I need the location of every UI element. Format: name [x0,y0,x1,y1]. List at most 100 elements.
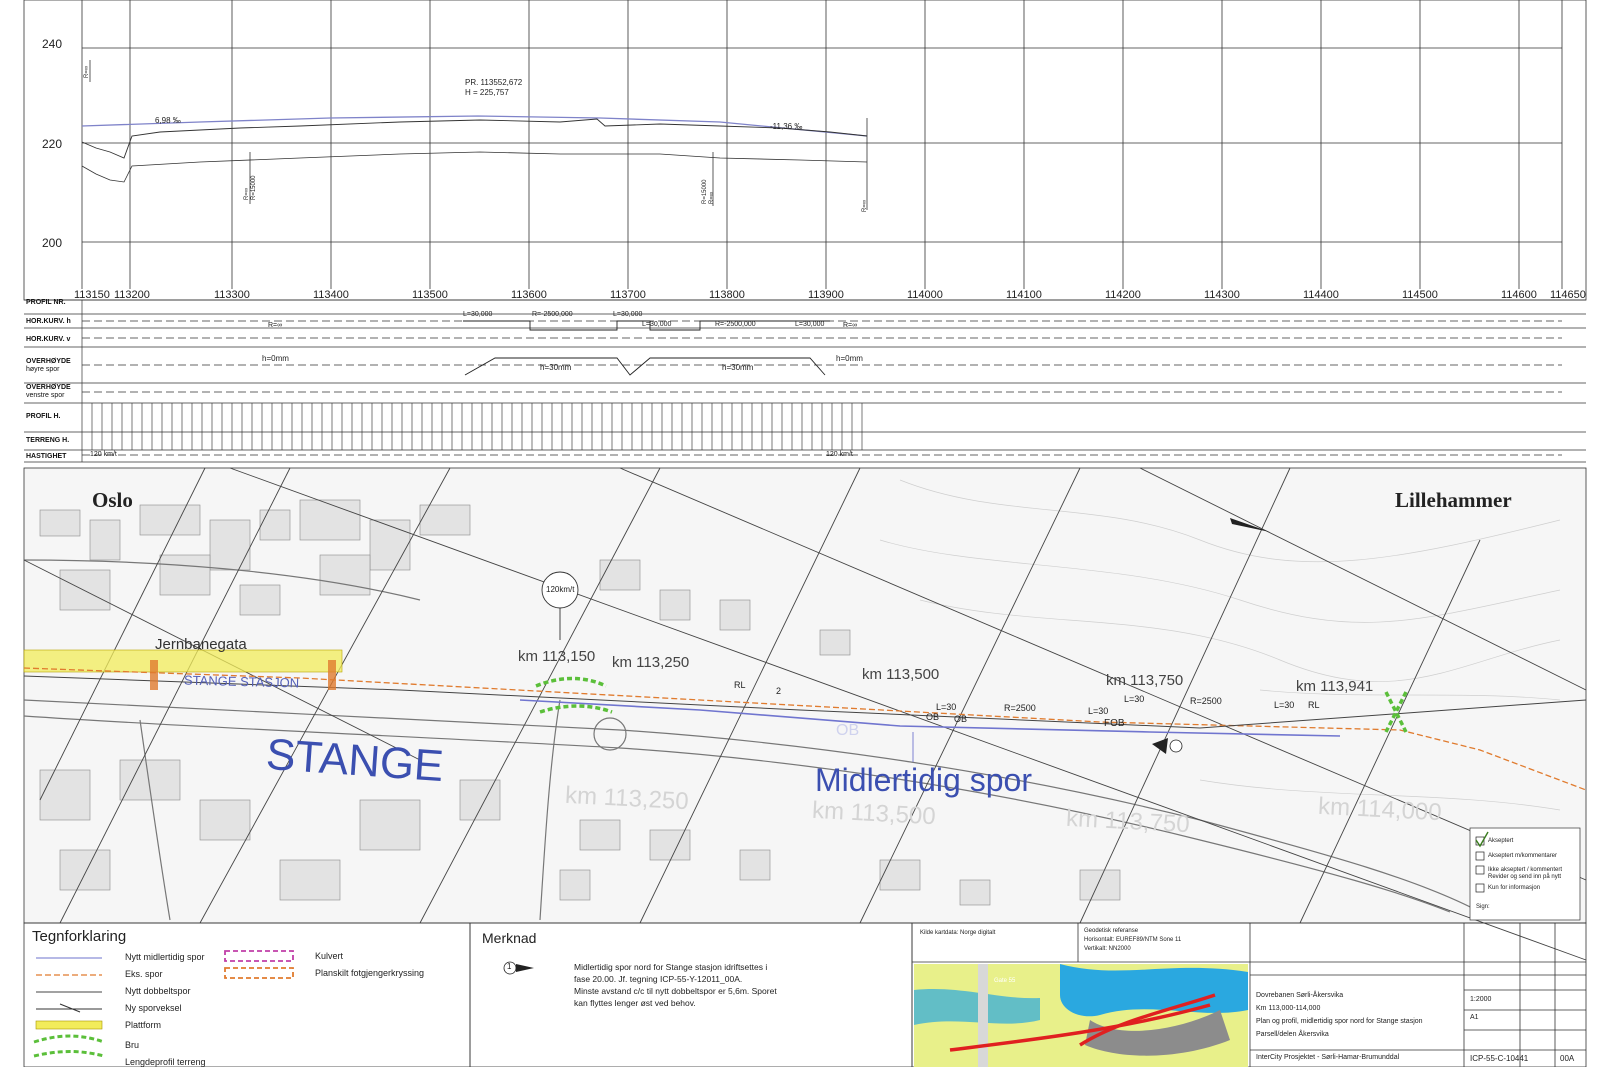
row-overhoyde-h: OVERHØYDE [26,358,71,365]
curve-l2: L=30,000 [613,311,643,318]
km-tick: 114600 [1501,289,1537,301]
cant-h30-1: h=30mm [540,363,572,372]
station-label: STANGE STASJON [183,672,300,691]
track-ob-1: OB [926,712,940,722]
profile-h-ticks [91,403,863,450]
km-tick: 113700 [610,289,646,301]
speed-label-1: 120 km/t [90,451,117,458]
direction-oslo: Oslo [92,488,133,512]
row-profil-h: PROFIL H. [26,413,61,420]
speed-circle-label: 120km/t [546,585,575,594]
legend-item: Kulvert [315,951,344,961]
stamp-not-accepted: Ikke akseptert / kommentert Revider og s… [1488,867,1563,880]
row-terreng-h: TERRENG H. [26,437,70,444]
tb-drawing-no: ICP-55-C-10441 [1470,1054,1529,1063]
legend-title: Tegnforklaring [32,928,127,945]
temp-track-label: Midlertidig spor [815,762,1032,798]
track-l30-3: L=30 [1124,694,1145,704]
curve-l1: L=30,000 [463,311,493,318]
tb-reference-3: Vertikalt: NN2000 [1084,946,1131,952]
high-point-station: PR. 113552,672 [465,78,523,87]
km-tick: 114500 [1402,289,1438,301]
km-tick: 114650 [1550,289,1586,301]
legend-item: Nytt midlertidig spor [125,952,205,962]
radius-mid-2-label: R=15000 [251,175,257,200]
legend-item: Plattform [125,1020,162,1030]
tb-project-line: Parsell/delen Åkersvika [1256,1031,1329,1038]
km-tick: 113900 [808,289,844,301]
km-label-113500: km 113,500 [862,666,940,683]
track-l30-2: L=30 [1088,706,1109,716]
grade-left-label: 6,98 ‰ [155,116,181,125]
km-tick: 114200 [1105,289,1141,301]
tb-source: Kilde kartdata: Norge digitalt [920,930,996,936]
profile-grid [23,0,1587,301]
terrain-bottom-line [81,151,868,183]
note-number: 1 [507,962,512,971]
cant-h0-1: h=0mm [262,354,289,363]
curve-r-inf-1: R=∞ [268,322,283,329]
street-jernbanegata: Jernbanegata [155,636,247,653]
stamp-accepted-comments: Akseptert m/kommentarer [1488,853,1558,859]
curve-r1: R=-2500,000 [532,311,573,318]
track-r2500-2: R=2500 [1190,696,1222,706]
cant-h0-2: h=0mm [836,354,863,363]
km-tick: 113500 [412,289,448,301]
km-tick: 113400 [313,289,349,301]
radius-mid-4-label: R=∞ [709,191,715,204]
cant-h30-2: h=30mm [722,363,754,372]
track-rl-1: RL [734,680,746,690]
curve-r-inf-2: R=∞ [843,322,858,329]
tb-owner: InterCity Prosjektet - Sørli-Hamar-Brumu… [1256,1054,1400,1061]
km-tick: 113800 [709,289,745,301]
row-hor-kurv-v: HOR.KURV. v [26,336,71,343]
drawing-sheet [23,0,1587,1067]
track-l30-4: L=30 [1274,700,1295,710]
grade-right-label: -11,36 ‰ [770,122,803,131]
curve-l4: L=30,000 [795,321,825,328]
curve-l3: L=30,000 [642,321,672,328]
km-label-113250: km 113,250 [612,654,690,671]
track-ob-main: OB [836,722,860,739]
row-hastighet: HASTIGHET [26,453,67,460]
km-tick: 114100 [1006,289,1042,301]
row-hor-kurv-h: HOR.KURV. h [26,318,71,325]
legend-symbols [33,950,534,1058]
overview-map [914,964,1248,1067]
km-tick: 114000 [907,289,943,301]
legend-item: Eks. spor [125,969,163,979]
note-line: Midlertidig spor nord for Stange stasjon… [574,962,768,972]
legend-item: Nytt dobbeltspor [125,986,191,996]
tb-project-line: Km 113,000-114,000 [1256,1005,1321,1012]
bottom-panels [23,922,1587,1067]
note-title: Merknad [482,930,537,946]
high-point-height: H = 225,757 [465,88,509,97]
tb-scale: 1:2000 [1470,996,1492,1003]
tb-reference-2: Horisontalt: EUREF89/NTM Sone 11 [1084,937,1182,943]
row-profil-nr: PROFIL NR. [26,299,66,306]
km-tick: 113200 [114,289,150,301]
radius-start-label: R=∞ [84,65,90,78]
stamp-accepted: Akseptert [1488,838,1514,844]
km-tick: 113300 [214,289,250,301]
legend-item: Lengdeprofil terreng [125,1057,206,1067]
track-l30-1: L=30 [936,702,957,712]
legend-item: Ny sporveksel [125,1003,182,1013]
tb-format: A1 [1470,1014,1479,1021]
track-r2500-1: R=2500 [1004,703,1036,713]
curve-r2: R=-2500,000 [715,321,756,328]
y-tick-220: 220 [42,137,63,151]
track-2: 2 [776,686,782,696]
km-tick: 113600 [511,289,547,301]
stamp-sign: Sign: [1476,904,1490,910]
track-fob: FOB [1104,718,1125,729]
km-label-113150: km 113,150 [518,648,596,665]
track-rl-2: RL [1308,700,1320,710]
y-tick-240: 240 [42,37,63,51]
legend-item: Bru [125,1040,140,1050]
km-label-113750: km 113,750 [1106,672,1184,689]
km-label-113941: km 113,941 [1296,678,1374,695]
stamp-info-only: Kun for informasjon [1488,885,1541,891]
tb-revision: 00A [1560,1054,1575,1063]
tb-project-line: Dovrebanen Sørli-Åkersvika [1256,992,1344,999]
